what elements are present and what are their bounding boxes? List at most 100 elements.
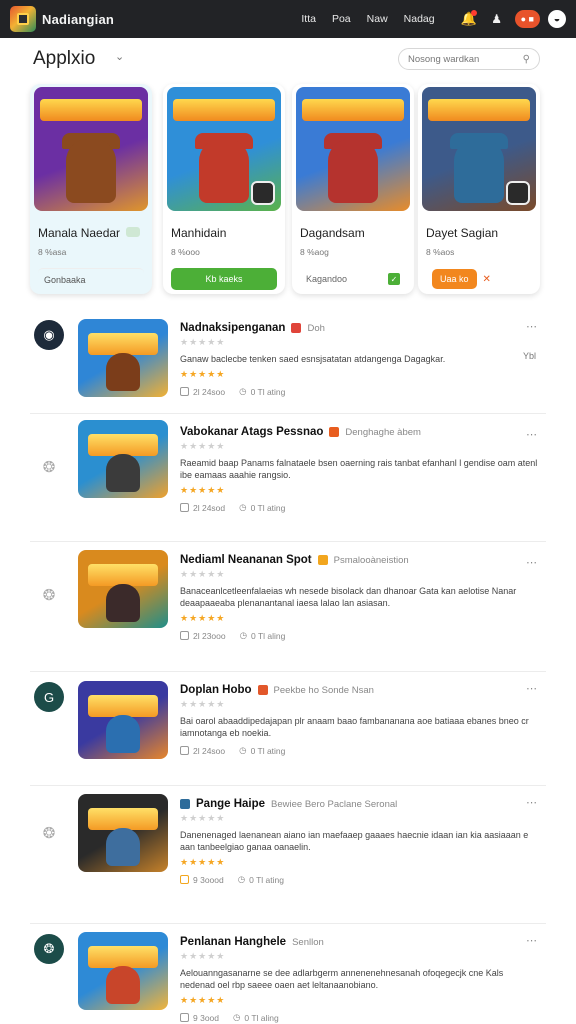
featured-card-install-button[interactable]: Kb kaeks (171, 268, 277, 290)
nav-link-1[interactable]: Itta (301, 13, 316, 25)
list-item-name: Vabokanar Atags Pessnao (180, 426, 324, 438)
list-item[interactable]: ❂ Nediaml Neananan Spot Psmalooàneistion … (30, 542, 546, 672)
status-pill-button[interactable]: ● ■ (514, 10, 540, 28)
rating-stars: ★★★★★ (180, 485, 226, 495)
list-item-downloads: 2l 24soo (193, 386, 226, 397)
featured-card-subtitle: 8 %aog (300, 247, 329, 257)
more-options-icon[interactable]: ⋯ (526, 796, 538, 809)
featured-card-title: Dagandsam (300, 226, 365, 240)
list-item-stats: 2l 24sod ◷ 0 Tl ating (180, 502, 546, 513)
rating-stars: ★★★★★ (180, 369, 226, 379)
list-item-name: Nadnaksipenganan (180, 322, 286, 334)
time-icon: ◷ (239, 386, 247, 396)
list-item-title: Nediaml Neananan Spot Psmalooàneistion (180, 554, 546, 566)
more-options-icon[interactable]: ⋯ (526, 428, 538, 441)
list-item[interactable]: ❂ Pange Haipe Bewiee Bero Paclane Seronal… (30, 786, 546, 924)
list-item-meta: Bewiee Bero Paclane Seronal (271, 798, 398, 810)
search-box[interactable]: Nosong wardkan ⚲ (398, 48, 540, 70)
rating-outline: ★★★★★ (180, 699, 226, 709)
top-app-bar: Nadiangian Itta Poa Naw Nadag 🔔 ♟ ● ■ ◒ (0, 0, 576, 38)
brand-name: Nadiangian (42, 11, 115, 27)
featured-card-buy-button[interactable]: Uaa ko (432, 269, 477, 289)
featured-card-title: Manhidain (171, 226, 227, 240)
badge-icon (317, 555, 328, 565)
list-item-rating-text: 0 Tl aling (251, 630, 286, 641)
nav-link-4[interactable]: Nadag (404, 13, 435, 25)
rating-stars: ★★★★★ (180, 995, 226, 1005)
list-item-downloads: 9 3oood (193, 874, 224, 885)
list-item-description: Danenenaged laenanean aiano ian maefaaep… (180, 830, 529, 852)
chevron-down-icon[interactable]: ⌄ (115, 50, 124, 63)
list-item-thumbnail[interactable] (78, 681, 168, 759)
list-item-meta: Senllon (292, 936, 324, 948)
more-options-icon[interactable]: ⋯ (526, 320, 538, 333)
nav-link-2[interactable]: Poa (332, 13, 351, 25)
account-avatar-button[interactable]: ◒ (548, 10, 566, 28)
featured-card[interactable]: Dayet Sagian 8 %aos Uaa ko ✕ (418, 84, 540, 294)
time-icon: ◷ (239, 502, 247, 512)
nav-link-3[interactable]: Naw (367, 13, 388, 25)
rating-outline: ★★★★★ (180, 569, 226, 579)
list-item-title: Pange Haipe Bewiee Bero Paclane Seronal (180, 798, 546, 810)
list-item-thumbnail[interactable] (78, 794, 168, 872)
list-item[interactable]: G Doplan Hobo Peekbe ho Sonde Nsan ★★★★★ … (30, 672, 546, 786)
list-item-rating-text: 0 Tl ating (250, 745, 286, 756)
list-item-thumbnail[interactable] (78, 932, 168, 1010)
list-item-content: Vabokanar Atags Pessnao Denghaghe àbem ★★… (180, 426, 546, 513)
list-item-downloads: 2l 24soo (193, 745, 226, 756)
featured-card-action: Uaa ko ✕ (426, 268, 532, 290)
featured-card[interactable]: Manala Naedar 8 %asa Gonbaaka (30, 84, 152, 294)
top-nav: Itta Poa Naw Nadag 🔔 ♟ ● ■ ◒ (301, 9, 566, 29)
search-input[interactable]: Nosong wardkan (408, 54, 523, 65)
list-item[interactable]: ❂ Penlanan Hanghele Senllon ★★★★★ Aelouan… (30, 924, 546, 1024)
app-logo[interactable] (10, 6, 36, 32)
rating-stars: ★★★★★ (180, 857, 226, 867)
list-item[interactable]: ❂ Vabokanar Atags Pessnao Denghaghe àbem … (30, 414, 546, 542)
list-item-description: Bai oarol abaaddipedajapan plr anaam baa… (180, 716, 529, 738)
list-item-rating-text: 0 Tl ating (249, 874, 284, 885)
featured-card-action[interactable]: Gonbaaka (38, 268, 144, 290)
featured-card-title: Manala Naedar (38, 226, 121, 240)
list-item-stats: 2l 24soo ◷ 0 Tl ating (180, 386, 546, 397)
list-item-icon: ❂ (42, 825, 56, 842)
downloads-icon (180, 746, 189, 755)
list-item-title: Vabokanar Atags Pessnao Denghaghe àbem (180, 426, 546, 438)
downloads-icon (180, 875, 189, 884)
list-item-rating-text: 0 Tl ating (250, 386, 286, 397)
list-item-thumbnail[interactable] (78, 420, 168, 498)
rating-stars: ★★★★★ (180, 613, 226, 623)
downloads-icon (180, 1013, 189, 1022)
list-item-stats: 2l 24soo ◷ 0 Tl ating (180, 745, 546, 756)
list-item-thumbnail[interactable] (78, 550, 168, 628)
list-item-thumbnail[interactable] (78, 319, 168, 397)
list-item-icon: ❂ (34, 934, 64, 964)
featured-card-art (422, 87, 536, 211)
featured-card-art (167, 87, 281, 211)
close-icon[interactable]: ✕ (483, 274, 491, 285)
featured-card-action-label: Kagandoo (306, 274, 348, 284)
list-item-content: Nadnaksipenganan Doh ★★★★★ Ganaw baclecbe… (180, 322, 546, 397)
list-item-icon: ❂ (42, 587, 56, 604)
list-item-stats: 2l 23ooo ◷ 0 Tl aling (180, 630, 546, 641)
notification-bell-icon[interactable]: 🔔 (459, 9, 479, 29)
time-icon: ◷ (239, 745, 247, 755)
list-item-meta: Doh (307, 322, 325, 334)
featured-card[interactable]: Dagandsam 8 %aog Kagandoo ✓ (292, 84, 414, 294)
list-item-content: Doplan Hobo Peekbe ho Sonde Nsan ★★★★★ Ba… (180, 684, 546, 756)
list-item-icon: ◉ (34, 320, 64, 350)
list-item[interactable]: ◉ Nadnaksipenganan Doh ★★★★★ Ganaw baclec… (30, 306, 546, 414)
featured-card[interactable]: Manhidain 8 %ooo Kb kaeks (163, 84, 285, 294)
list-item-rating-text: 0 Tl aling (244, 1012, 279, 1023)
featured-card-art (296, 87, 410, 211)
featured-card-action[interactable]: Kagandoo ✓ (300, 268, 406, 290)
featured-card-subtitle: 8 %asa (38, 247, 67, 257)
more-options-icon[interactable]: ⋯ (526, 934, 538, 947)
list-item-description: Aelouanngasanarne se dee adlarbgerm anne… (180, 968, 504, 990)
list-item-side-note: Ybl (522, 351, 536, 361)
user-profile-icon[interactable]: ♟ (487, 9, 507, 29)
more-options-icon[interactable]: ⋯ (526, 556, 538, 569)
rating-outline: ★★★★★ (180, 951, 226, 961)
search-icon[interactable]: ⚲ (523, 54, 530, 65)
more-options-icon[interactable]: ⋯ (526, 682, 538, 695)
downloads-icon (180, 503, 189, 512)
